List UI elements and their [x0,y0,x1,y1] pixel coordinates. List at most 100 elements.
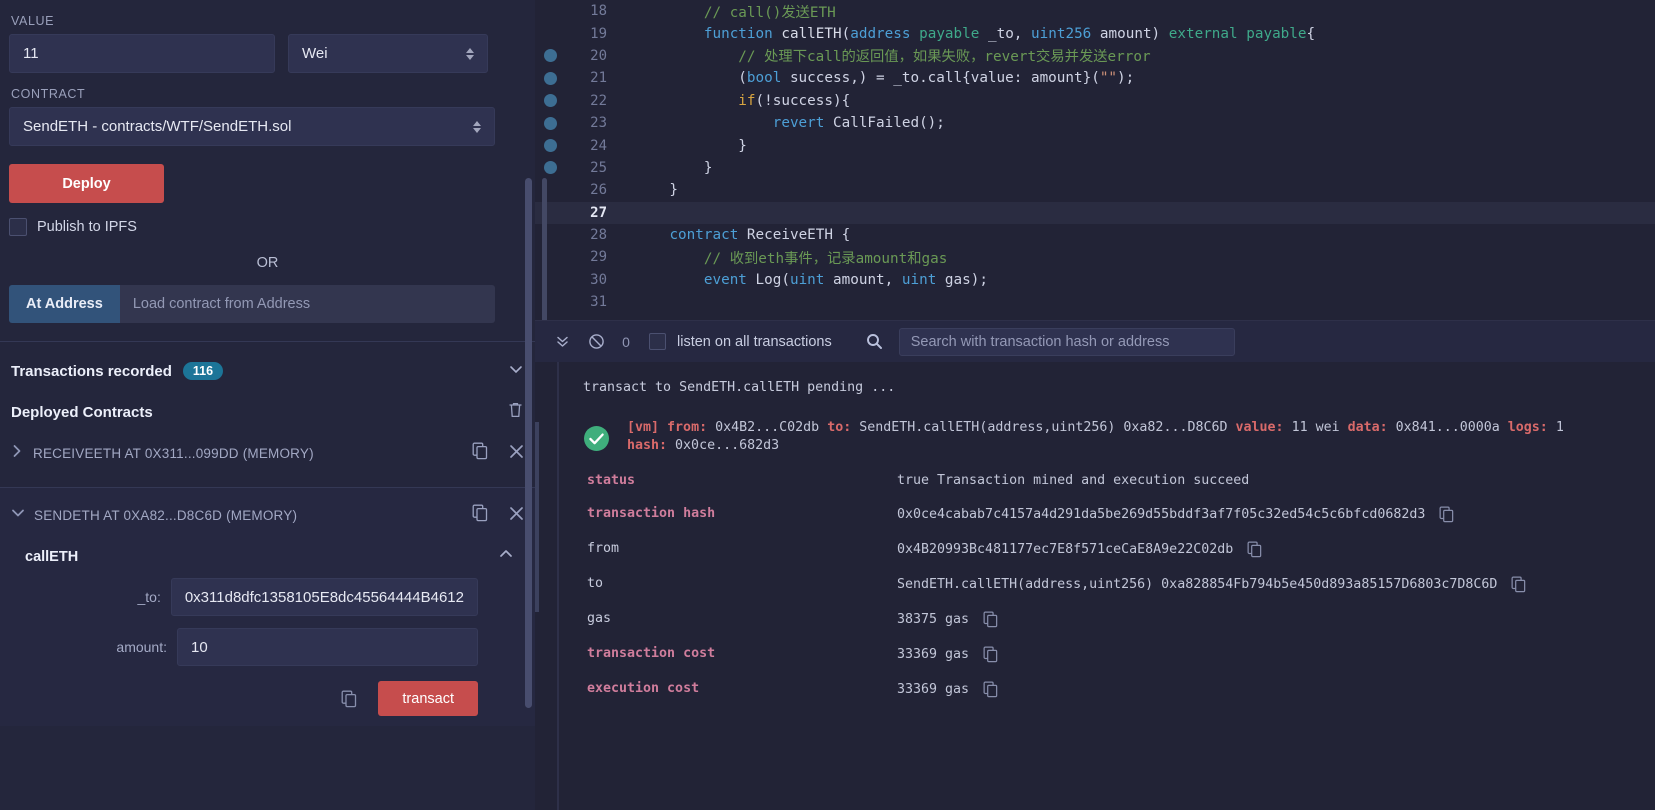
search-icon[interactable] [866,333,883,350]
transact-button[interactable]: transact [378,681,478,716]
terminal-output[interactable]: transact to SendETH.callETH pending ... … [535,362,1655,810]
function-name: callETH [25,548,79,565]
code-line[interactable]: 27 [535,201,1655,224]
copy-icon[interactable] [983,681,999,698]
terminal-scrollbar[interactable] [535,422,539,612]
code-line[interactable]: 19 function callETH(address payable _to,… [535,22,1655,44]
code-text: if(!success){ [738,92,851,109]
or-divider-text: OR [256,255,279,271]
code-line[interactable]: 21 (bool success,) = _to.call{value: amo… [535,67,1655,89]
listen-all-transactions-checkbox[interactable] [649,333,666,350]
transaction-detail-row: transaction hash 0x0ce4cabab7c4157a4d291d… [559,506,1655,523]
code-line[interactable]: 20 // 处理下call的返回值，如果失败，revert交易并发送error [535,45,1655,67]
transaction-details: status true Transaction mined and executi… [559,473,1655,698]
value-unit-select[interactable]: Wei [288,34,488,73]
ban-icon[interactable] [579,333,613,350]
publish-ipfs-label: Publish to IPFS [37,219,137,235]
copy-icon[interactable] [983,611,999,628]
code-text: contract ReceiveETH { [669,227,851,244]
transaction-block[interactable]: [vm] from: 0x4B2...C02db to: SendETH.cal… [559,395,1655,698]
chevron-down-icon[interactable] [11,506,25,525]
transaction-summary-line1: [vm] from: 0x4B2...C02db to: SendETH.cal… [627,419,1655,437]
contract-header[interactable]: RECEIVEETH AT 0X311...099DD (MEMORY) [9,438,526,469]
detail-value: true Transaction mined and execution suc… [897,473,1249,488]
publish-ipfs-checkbox[interactable] [9,218,27,236]
param-input-to[interactable]: 0x311d8dfc1358105E8dc45564444B4612 [170,578,478,616]
param-row: _to: 0x311d8dfc1358105E8dc45564444B4612 [9,578,526,616]
code-editor[interactable]: 18 // call()发送ETH 19 function callETH(add… [535,0,1655,320]
detail-value-text: 0x4B20993Bc481177ec7E8f571ceCaE8A9e22C02… [897,542,1234,557]
hash-key: hash: [627,438,668,453]
chevron-up-icon[interactable] [498,547,514,566]
copy-calldata-icon[interactable] [341,690,358,708]
deploy-button[interactable]: Deploy [9,164,164,203]
line-number: 26 [590,182,607,199]
at-address-button[interactable]: At Address [9,285,120,323]
transaction-detail-row: transaction cost 33369 gas [559,646,1655,663]
code-line[interactable]: 25 } [535,157,1655,179]
function-header[interactable]: callETH [9,531,526,566]
contract-select[interactable]: SendETH - contracts/WTF/SendETH.sol [9,107,495,146]
copy-icon[interactable] [472,442,489,465]
transactions-recorded-row[interactable]: Transactions recorded 116 [9,361,526,381]
breakpoint-icon[interactable] [535,71,565,85]
editor-scrollbar[interactable] [542,178,547,320]
detail-key: status [587,473,636,488]
code-line[interactable]: 26 } [535,179,1655,201]
code-line[interactable]: 18 // call()发送ETH [535,0,1655,22]
search-input[interactable]: Search with transaction hash or address [898,327,1235,356]
detail-key: from [587,541,620,556]
transaction-summary: [vm] from: 0x4B2...C02db to: SendETH.cal… [559,419,1655,455]
publish-ipfs-row[interactable]: Publish to IPFS [9,218,526,236]
to-value: SendETH.callETH(address,uint256) 0xa82..… [859,420,1228,435]
code-line[interactable]: 23 revert CallFailed(); [535,112,1655,134]
code-line[interactable]: 22 if(!success){ [535,90,1655,112]
left-panel-scrollbar[interactable] [525,178,532,708]
code-text: } [635,159,713,176]
breakpoint-icon[interactable] [535,139,565,153]
chevron-down-icon[interactable] [508,361,524,381]
transaction-detail-row: to SendETH.callETH(address,uint256) 0xa82… [559,576,1655,593]
detail-value: 0x0ce4cabab7c4157a4d291da5be269d55bddf3a… [897,506,1455,523]
line-number: 22 [590,92,607,109]
copy-icon[interactable] [472,504,489,527]
contract-actions [472,504,524,527]
code-line[interactable]: 24 } [535,134,1655,156]
copy-icon[interactable] [983,646,999,663]
contract-header[interactable]: SENDETH AT 0XA82...D8C6D (MEMORY) [9,500,526,531]
copy-icon[interactable] [1511,576,1527,593]
code-line[interactable]: 30 event Log(uint amount, uint gas); [535,269,1655,291]
line-number: 23 [590,115,607,132]
transactions-recorded-label: Transactions recorded [11,362,172,380]
detail-value-text: 0x0ce4cabab7c4157a4d291da5be269d55bddf3a… [897,507,1426,522]
close-icon[interactable] [509,444,524,464]
value-input[interactable]: 11 [9,34,275,73]
chevrons-down-icon[interactable] [545,334,579,349]
copy-icon[interactable] [1439,506,1455,523]
breakpoint-icon[interactable] [535,161,565,175]
breakpoint-icon[interactable] [535,49,565,63]
line-number: 30 [590,271,607,288]
code-line[interactable]: 31 [535,291,1655,313]
trash-icon[interactable] [507,401,524,424]
breakpoint-icon[interactable] [535,116,565,130]
detail-value-text: SendETH.callETH(address,uint256) 0xa8288… [897,577,1498,592]
close-icon[interactable] [509,506,524,526]
value-value: 11 wei [1291,420,1340,435]
detail-key: gas [587,611,612,626]
code-line[interactable]: 28 contract ReceiveETH { [535,224,1655,246]
copy-icon[interactable] [1247,541,1263,558]
detail-value-text: true Transaction mined and execution suc… [897,473,1250,488]
chevron-right-icon[interactable] [11,444,24,463]
transactions-recorded-badge: 116 [182,361,224,381]
value-row: 11 Wei [9,34,526,73]
code-line[interactable]: 29 // 收到eth事件，记录amount和gas [535,246,1655,268]
breakpoint-icon[interactable] [535,94,565,108]
pending-message: transact to SendETH.callETH pending ... [583,380,896,395]
vm-tag: [vm] [627,420,660,435]
param-input-amount[interactable]: 10 [177,628,478,666]
param-label: amount: [116,639,167,655]
transaction-detail-row: status true Transaction mined and executi… [559,473,1655,488]
data-value: 0x841...0000a [1395,420,1500,435]
at-address-input[interactable]: Load contract from Address [119,285,495,323]
